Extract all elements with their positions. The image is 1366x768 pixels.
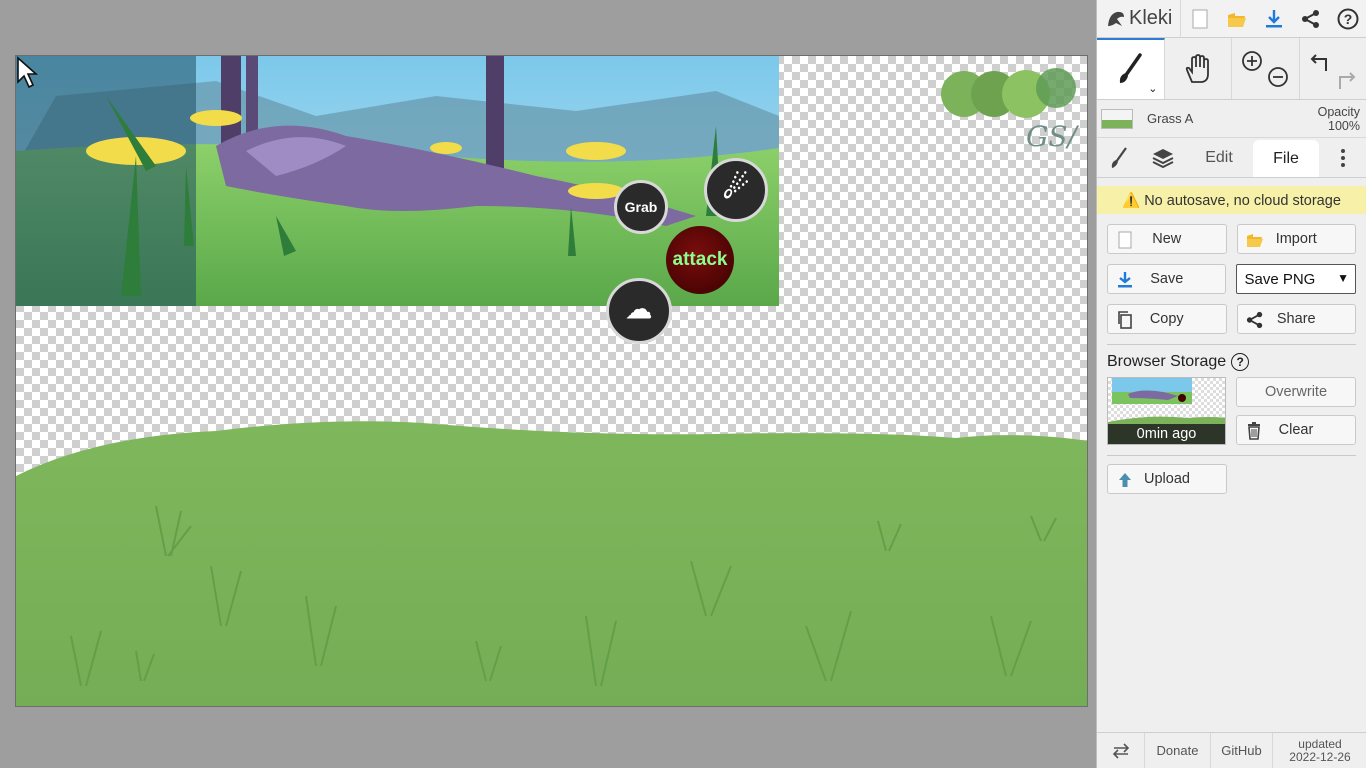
panel-footer: Donate GitHub updated 2022-12-26 bbox=[1097, 732, 1366, 768]
copy-button[interactable]: Copy bbox=[1107, 304, 1227, 334]
layer-name: Grass A bbox=[1147, 111, 1194, 126]
share-button[interactable] bbox=[1292, 0, 1329, 38]
download-icon bbox=[1265, 9, 1282, 27]
undo-icon[interactable] bbox=[1310, 53, 1327, 71]
divider bbox=[1107, 455, 1356, 456]
upload-button-label: Upload bbox=[1144, 471, 1190, 487]
swap-side-button[interactable] bbox=[1097, 732, 1145, 768]
upload-icon bbox=[1116, 471, 1134, 489]
share-button-label: Share bbox=[1276, 311, 1316, 327]
trash-icon bbox=[1245, 422, 1263, 440]
opacity-value: 100% bbox=[1328, 118, 1360, 133]
new-file-icon bbox=[1192, 9, 1208, 28]
new-button-label: New bbox=[1152, 231, 1182, 247]
save-button[interactable]: Save bbox=[1107, 264, 1227, 294]
browser-storage-heading: Browser Storage ? bbox=[1107, 353, 1356, 371]
github-link[interactable]: GitHub bbox=[1211, 732, 1273, 768]
autosave-warning: ⚠️ No autosave, no cloud storage bbox=[1097, 186, 1366, 214]
open-folder-icon bbox=[1227, 12, 1246, 27]
top-toolbar: Kleki ? bbox=[1097, 0, 1366, 38]
zoom-controls bbox=[1232, 38, 1300, 99]
mouse-cursor-icon bbox=[17, 56, 39, 89]
clear-button-label: Clear bbox=[1278, 422, 1314, 438]
tab-brush-settings[interactable] bbox=[1097, 138, 1141, 177]
game-grab-button: Grab bbox=[614, 180, 668, 234]
updated-date: 2022-12-26 bbox=[1289, 749, 1351, 764]
canvas-artwork bbox=[16, 56, 1087, 706]
artist-signature: GS/ bbox=[1026, 120, 1077, 153]
svg-text:?: ? bbox=[1343, 11, 1352, 27]
undo-redo-controls bbox=[1300, 38, 1366, 99]
updated-label: updated bbox=[1298, 736, 1342, 751]
opacity-label: Opacity bbox=[1317, 104, 1360, 119]
upload-button[interactable]: Upload bbox=[1107, 464, 1227, 494]
game-skill-icon: ☁ bbox=[606, 278, 672, 344]
share-file-button[interactable]: Share bbox=[1236, 304, 1356, 334]
new-file-icon bbox=[1116, 231, 1134, 249]
overwrite-button[interactable]: Overwrite bbox=[1236, 377, 1356, 407]
brush-icon bbox=[1120, 52, 1142, 83]
file-panel: New Import Save Save PNG ▼ Copy Share Br… bbox=[1097, 214, 1366, 494]
zoom-out-icon[interactable] bbox=[1268, 66, 1289, 87]
tab-row: Edit File bbox=[1097, 138, 1366, 178]
canvas-area[interactable]: Grab ☄ attack ☁ GS/ bbox=[0, 0, 1096, 768]
tab-edit[interactable]: Edit bbox=[1185, 138, 1253, 177]
kleki-logo-icon bbox=[1108, 11, 1124, 26]
new-button[interactable]: New bbox=[1107, 224, 1227, 254]
hand-tool-button[interactable] bbox=[1165, 38, 1232, 99]
swap-icon bbox=[1112, 742, 1129, 759]
tool-row: ⌄ bbox=[1097, 38, 1366, 100]
browser-storage-title: Browser Storage bbox=[1107, 353, 1227, 370]
chevron-down-icon[interactable]: ⌄ bbox=[1148, 82, 1157, 95]
open-file-button[interactable] bbox=[1218, 0, 1255, 38]
open-folder-icon bbox=[1246, 231, 1264, 249]
share-icon bbox=[1301, 9, 1319, 28]
new-file-button[interactable] bbox=[1181, 0, 1218, 38]
tab-file[interactable]: File bbox=[1253, 140, 1319, 177]
clear-button[interactable]: Clear bbox=[1236, 415, 1356, 445]
kleki-logo[interactable]: Kleki bbox=[1097, 0, 1182, 38]
stored-image-thumbnail[interactable]: 0min ago bbox=[1107, 377, 1226, 445]
save-format-value: Save PNG bbox=[1244, 270, 1316, 288]
download-button[interactable] bbox=[1255, 0, 1292, 38]
layer-thumbnail bbox=[1101, 108, 1133, 129]
import-button-label: Import bbox=[1275, 231, 1317, 247]
brush-tool-button[interactable]: ⌄ bbox=[1097, 38, 1165, 99]
import-button[interactable]: Import bbox=[1236, 224, 1356, 254]
share-icon bbox=[1246, 311, 1264, 329]
copy-button-label: Copy bbox=[1149, 311, 1184, 327]
brush-small-icon bbox=[1111, 146, 1127, 168]
more-options-icon[interactable] bbox=[1319, 138, 1366, 177]
side-panel: Kleki ? ⌄ Grass A Opacity 100% Edit File… bbox=[1096, 0, 1366, 768]
help-icon: ? bbox=[1337, 8, 1358, 29]
updated-info[interactable]: updated 2022-12-26 bbox=[1273, 733, 1366, 768]
chevron-down-icon: ▼ bbox=[1337, 271, 1349, 285]
layers-icon bbox=[1152, 148, 1174, 168]
save-button-label: Save bbox=[1150, 271, 1184, 287]
hand-icon bbox=[1185, 53, 1209, 83]
overwrite-button-label: Overwrite bbox=[1264, 384, 1328, 400]
layer-info-row[interactable]: Grass A Opacity 100% bbox=[1097, 100, 1366, 138]
divider bbox=[1107, 344, 1356, 345]
color-blobs bbox=[941, 68, 1076, 118]
donate-link[interactable]: Donate bbox=[1145, 732, 1211, 768]
app-name: Kleki bbox=[1129, 7, 1173, 29]
storage-time-label: 0min ago bbox=[1108, 424, 1225, 444]
game-skill-icon: ☄ bbox=[704, 158, 768, 222]
storage-help-icon[interactable]: ? bbox=[1231, 353, 1250, 371]
drawing-canvas[interactable]: Grab ☄ attack ☁ GS/ bbox=[15, 55, 1088, 707]
zoom-in-icon[interactable] bbox=[1242, 50, 1263, 71]
redo-icon[interactable] bbox=[1338, 71, 1356, 89]
layer-opacity: Opacity 100% bbox=[1318, 105, 1360, 133]
download-icon bbox=[1116, 271, 1134, 289]
pasted-screenshot bbox=[16, 56, 779, 306]
copy-icon bbox=[1116, 311, 1134, 329]
save-format-select[interactable]: Save PNG ▼ bbox=[1236, 264, 1356, 294]
tab-layers[interactable] bbox=[1141, 138, 1185, 177]
game-attack-button: attack bbox=[666, 226, 734, 294]
help-button[interactable]: ? bbox=[1329, 0, 1366, 38]
